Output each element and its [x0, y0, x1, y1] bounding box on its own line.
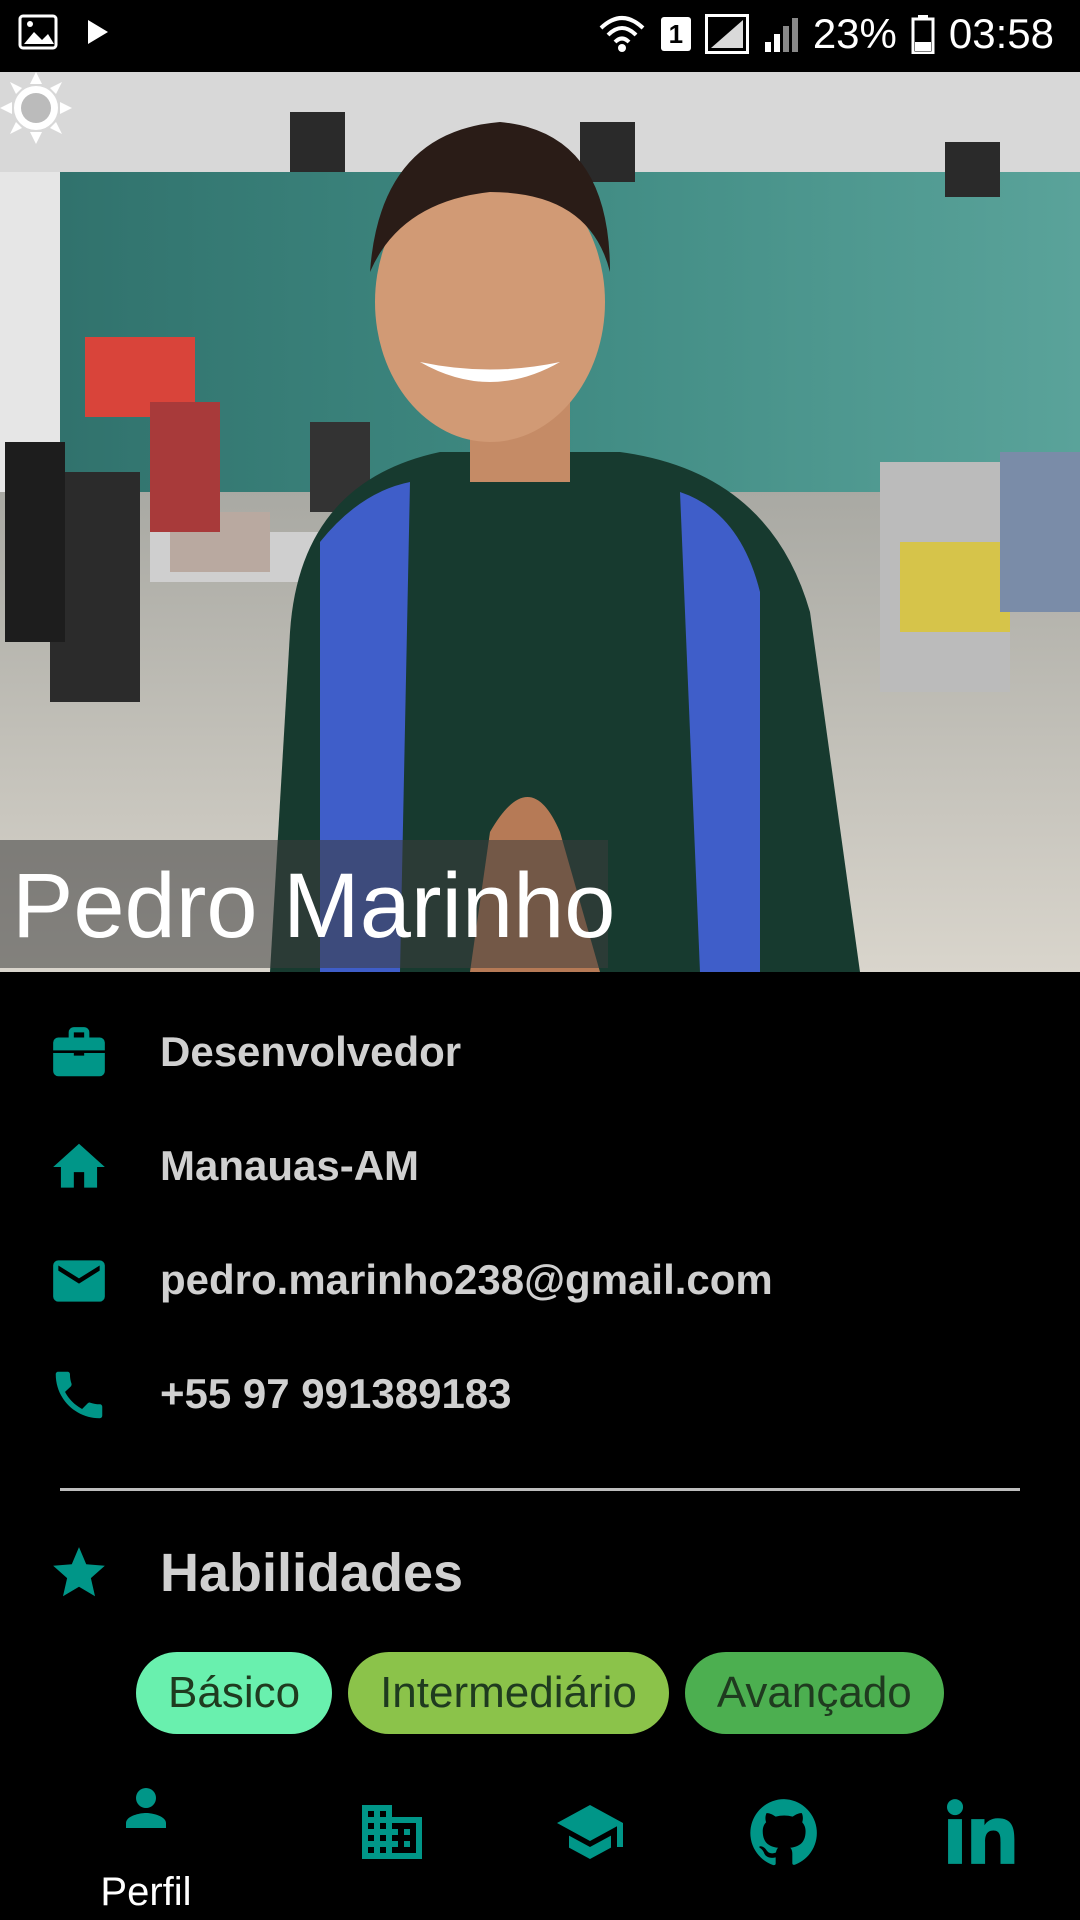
- brightness-settings-icon[interactable]: [0, 72, 72, 144]
- info-row-email[interactable]: pedro.marinho238@gmail.com: [0, 1236, 1080, 1326]
- chip-intermediate[interactable]: Intermediário: [348, 1652, 669, 1734]
- bottom-navigation: Perfil: [0, 1760, 1080, 1920]
- graduation-cap-icon: [557, 1805, 623, 1859]
- sim-badge: 1: [660, 17, 691, 51]
- signal-strength-icon: [704, 14, 749, 54]
- chip-basic[interactable]: Básico: [136, 1652, 333, 1734]
- chip-advanced[interactable]: Avançado: [684, 1652, 944, 1734]
- play-notification-icon: [88, 20, 108, 44]
- nav-item-github[interactable]: [676, 1760, 892, 1920]
- phone-label[interactable]: +55 97 991389183: [160, 1370, 512, 1418]
- info-row-occupation: Desenvolvedor: [0, 1008, 1080, 1098]
- info-row-location: Manauas-AM: [0, 1122, 1080, 1212]
- chip-advanced-label: Avançado: [716, 1668, 912, 1717]
- nav-label-profile: Perfil: [100, 1870, 192, 1914]
- nav-item-companies[interactable]: [284, 1760, 500, 1920]
- star-icon: [53, 1547, 105, 1597]
- clock: 03:58: [948, 10, 1054, 57]
- gallery-notification-icon: [18, 14, 58, 50]
- briefcase-icon: [53, 1027, 105, 1077]
- skills-header: Habilidades: [0, 1530, 1080, 1610]
- skill-level-legend: Básico Intermediário Avançado: [136, 1652, 944, 1734]
- status-bar: 1 23% 03:58: [0, 0, 1080, 72]
- battery-icon: [911, 15, 935, 54]
- battery-percent: 23%: [812, 10, 897, 57]
- building-icon: [362, 1805, 422, 1859]
- nav-item-profile[interactable]: Perfil: [38, 1760, 254, 1920]
- linkedin-icon: [947, 1799, 1015, 1864]
- occupation-label: Desenvolvedor: [160, 1028, 462, 1075]
- signal-strength-2-icon: [764, 18, 798, 52]
- chip-intermediate-label: Intermediário: [380, 1668, 637, 1717]
- skills-title: Habilidades: [160, 1543, 464, 1603]
- sim-badge-label: 1: [668, 19, 684, 49]
- location-label: Manauas-AM: [160, 1142, 420, 1189]
- profile-photo-image: [0, 72, 1080, 972]
- profile-name-banner: Pedro Marinho: [0, 840, 615, 968]
- phone-icon: [55, 1371, 103, 1419]
- email-label[interactable]: pedro.marinho238@gmail.com: [160, 1256, 773, 1304]
- home-icon: [53, 1143, 105, 1188]
- section-divider: [60, 1488, 1020, 1491]
- info-row-phone[interactable]: +55 97 991389183: [0, 1350, 1080, 1440]
- github-icon: [750, 1799, 817, 1866]
- nav-item-linkedin[interactable]: [874, 1760, 1080, 1920]
- mail-icon: [53, 1260, 105, 1302]
- profile-photo: Pedro Marinho: [0, 72, 1080, 972]
- person-icon: [126, 1788, 166, 1828]
- wifi-icon: [599, 16, 645, 52]
- profile-name: Pedro Marinho: [12, 855, 616, 957]
- chip-basic-label: Básico: [168, 1668, 301, 1717]
- nav-item-education[interactable]: [482, 1760, 698, 1920]
